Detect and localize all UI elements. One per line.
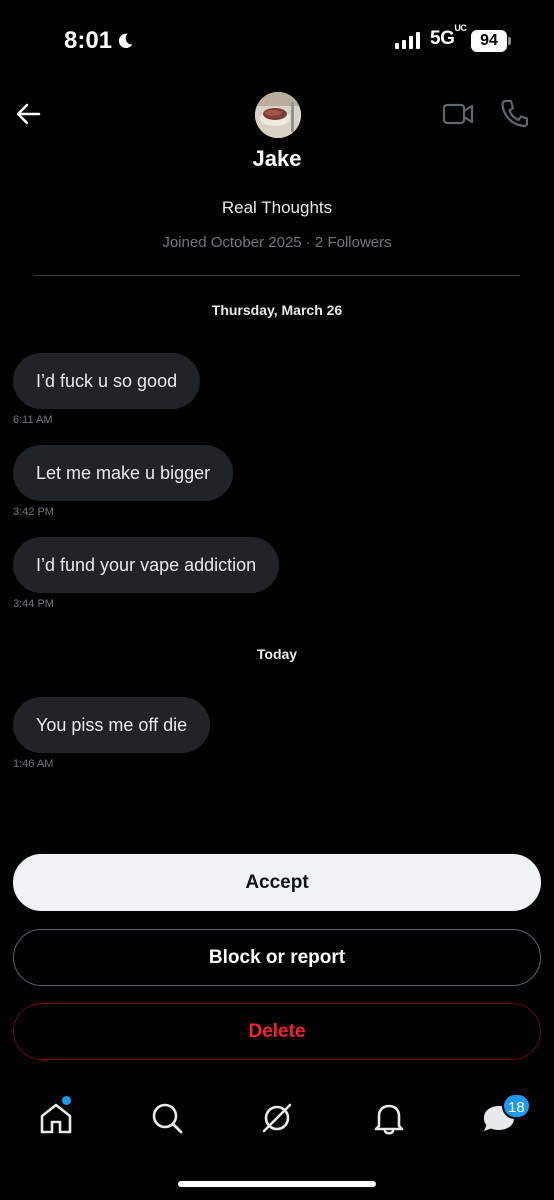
accept-button[interactable]: Accept: [13, 854, 541, 911]
battery-icon: 94: [471, 30, 507, 52]
avatar[interactable]: [255, 92, 301, 138]
message-bubble[interactable]: Let me make u bigger: [13, 445, 234, 501]
divider: [34, 275, 520, 276]
message-bubble[interactable]: I’d fund your vape addiction: [13, 537, 280, 593]
status-time-text: 8:01: [64, 27, 113, 54]
message-timestamp: 1:46 AM: [13, 758, 54, 770]
message-timestamp: 3:44 PM: [13, 598, 54, 610]
bell-icon[interactable]: [369, 1098, 409, 1138]
battery-level: 94: [480, 32, 498, 49]
moon-icon: [118, 33, 133, 49]
message-timestamp: 3:42 PM: [13, 506, 54, 518]
status-bar: 8:01 5GUC 94: [0, 0, 554, 84]
message-bubble[interactable]: I’d fuck u so good: [13, 353, 201, 409]
message-bubble[interactable]: You piss me off die: [13, 697, 211, 753]
profile-meta: Joined October 2025 · 2 Followers: [162, 234, 392, 251]
profile-name: Jake: [252, 146, 302, 171]
day-separator: Thursday, March 26: [211, 302, 343, 318]
day-separator: Today: [256, 646, 298, 662]
network-suffix: UC: [454, 22, 467, 33]
home-notification-dot: [62, 1096, 71, 1105]
status-time: 8:01: [64, 27, 134, 55]
home-indicator: [178, 1181, 376, 1187]
delete-button[interactable]: Delete: [13, 1003, 541, 1060]
home-icon[interactable]: [36, 1098, 76, 1138]
search-icon[interactable]: [147, 1098, 187, 1138]
block-or-report-button[interactable]: Block or report: [13, 929, 541, 986]
avatar-image: [255, 92, 301, 138]
network-label: 5GUC: [430, 23, 467, 50]
message-timestamp: 6:11 AM: [13, 414, 53, 426]
network-text: 5G: [430, 28, 455, 49]
phone-call-icon[interactable]: [500, 98, 528, 128]
bottom-nav: [0, 1090, 554, 1150]
grok-icon[interactable]: [257, 1098, 297, 1138]
profile-bio: Real Thoughts: [221, 198, 333, 217]
signal-icon: [395, 31, 420, 49]
video-call-icon[interactable]: [442, 100, 474, 128]
battery-tip: [508, 37, 511, 45]
messages-badge: 18: [502, 1093, 531, 1119]
back-arrow-icon[interactable]: [14, 100, 42, 128]
